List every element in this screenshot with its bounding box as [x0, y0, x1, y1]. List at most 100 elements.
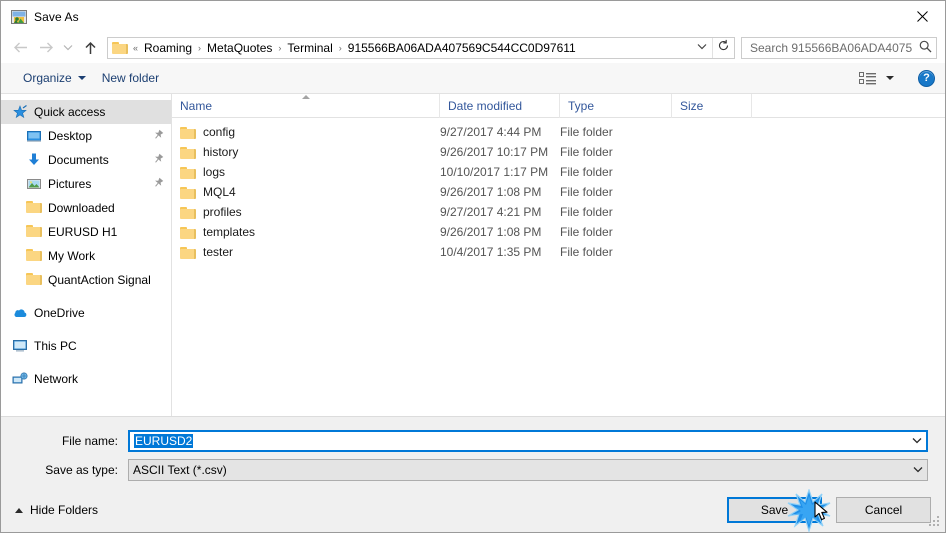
forward-button[interactable] — [33, 36, 59, 60]
change-view-button[interactable] — [850, 67, 902, 89]
folder-icon — [180, 166, 196, 179]
recent-locations-button[interactable] — [59, 36, 77, 60]
folder-icon — [180, 186, 196, 199]
sidebar-item-onedrive[interactable]: OneDrive — [1, 301, 171, 325]
chevron-down-icon — [886, 76, 894, 80]
organize-button[interactable]: Organize — [15, 68, 94, 88]
file-name-label: File name: — [61, 434, 118, 448]
command-bar: Organize New folder ? — [1, 63, 945, 94]
sidebar-item-pictures[interactable]: Pictures — [1, 172, 171, 196]
chevron-down-icon[interactable] — [908, 436, 926, 447]
cell-date-modified: 9/27/2017 4:44 PM — [440, 125, 542, 139]
table-row[interactable]: logs 10/10/2017 1:17 PM File folder — [172, 162, 945, 182]
sidebar-item-network[interactable]: Network — [1, 367, 171, 391]
cancel-button[interactable]: Cancel — [836, 497, 931, 523]
resize-grip-icon[interactable] — [929, 516, 941, 528]
sidebar-divider — [1, 358, 171, 367]
breadcrumb-item-roaming[interactable]: Roaming — [140, 38, 196, 58]
column-header-size[interactable]: Size — [672, 93, 752, 118]
column-header-date-modified[interactable]: Date modified — [440, 93, 560, 118]
sidebar-item-documents[interactable]: Documents — [1, 148, 171, 172]
chevron-down-icon — [77, 76, 86, 80]
sidebar-item-desktop[interactable]: Desktop — [1, 124, 171, 148]
column-header-name[interactable]: Name — [172, 93, 440, 118]
pin-icon[interactable] — [149, 175, 166, 193]
close-icon — [916, 11, 928, 22]
sort-ascending-icon — [301, 94, 310, 99]
table-row[interactable]: history 9/26/2017 10:17 PM File folder — [172, 142, 945, 162]
chevron-up-icon — [15, 507, 23, 513]
chevron-down-icon — [63, 45, 73, 51]
chevron-down-icon — [697, 44, 707, 50]
dialog-footer: Hide Folders Save Cancel — [1, 488, 945, 532]
column-headers: Name Date modified Type Size — [172, 93, 945, 118]
this-pc-icon — [12, 338, 28, 354]
cell-name: profiles — [172, 205, 440, 219]
folder-icon — [180, 126, 196, 139]
organize-label: Organize — [23, 71, 72, 85]
save-as-type-row: Save as type: ASCII Text (*.csv) — [18, 459, 928, 481]
table-row[interactable]: tester 10/4/2017 1:35 PM File folder — [172, 242, 945, 262]
arrow-right-icon — [39, 42, 53, 53]
pin-icon[interactable] — [149, 151, 166, 169]
save-as-type-value: ASCII Text (*.csv) — [133, 463, 227, 477]
network-icon — [12, 371, 28, 387]
file-name-value-wrap: EURUSD2 — [130, 434, 908, 448]
table-row[interactable]: config 9/27/2017 4:44 PM File folder — [172, 122, 945, 142]
cell-date-modified: 9/26/2017 1:08 PM — [440, 225, 542, 239]
onedrive-icon — [12, 305, 28, 321]
cell-name: templates — [172, 225, 440, 239]
breadcrumb-prefix: « — [133, 42, 139, 53]
save-as-dialog: Save As « Roaming › MetaQuotes › Termina… — [0, 0, 946, 534]
breadcrumb-item-terminal[interactable]: Terminal — [283, 38, 336, 58]
column-header-type[interactable]: Type — [560, 93, 672, 118]
cell-date-modified: 10/10/2017 1:17 PM — [440, 165, 549, 179]
arrow-left-icon — [13, 42, 27, 53]
navigation-pane: Quick access Desktop Documents Pictures … — [1, 94, 172, 416]
sidebar-divider — [1, 325, 171, 334]
search-box[interactable] — [741, 36, 937, 59]
table-row[interactable]: MQL4 9/26/2017 1:08 PM File folder — [172, 182, 945, 202]
sidebar-item-eurusd-h1[interactable]: EURUSD H1 — [1, 220, 171, 244]
folder-icon — [26, 248, 42, 264]
cancel-button-label: Cancel — [864, 503, 903, 517]
cell-type: File folder — [560, 165, 613, 179]
search-input[interactable] — [748, 39, 914, 56]
column-header-label: Size — [680, 98, 704, 113]
refresh-button[interactable] — [712, 37, 734, 58]
close-button[interactable] — [899, 1, 945, 32]
breadcrumb-item-metaquotes[interactable]: MetaQuotes — [203, 38, 276, 58]
sidebar-item-label: OneDrive — [34, 306, 85, 320]
help-button[interactable]: ? — [918, 69, 935, 87]
file-name-value: EURUSD2 — [134, 434, 194, 448]
back-button[interactable] — [7, 36, 33, 60]
breadcrumb-separator: › — [338, 42, 342, 53]
save-button[interactable]: Save — [727, 497, 822, 523]
chevron-down-icon[interactable] — [909, 465, 927, 476]
sidebar-item-label: QuantAction Signal — [48, 273, 151, 287]
save-as-type-select[interactable]: ASCII Text (*.csv) — [128, 459, 928, 481]
sidebar-item-quick-access[interactable]: Quick access — [1, 100, 171, 124]
arrow-up-icon — [84, 41, 96, 54]
sidebar-item-downloaded[interactable]: Downloaded — [1, 196, 171, 220]
cell-type: File folder — [560, 225, 613, 239]
new-folder-button[interactable]: New folder — [94, 68, 167, 88]
hide-folders-button[interactable]: Hide Folders — [11, 499, 102, 521]
folder-icon — [180, 246, 196, 259]
pin-icon[interactable] — [149, 127, 166, 145]
sidebar-item-my-work[interactable]: My Work — [1, 244, 171, 268]
table-row[interactable]: profiles 9/27/2017 4:21 PM File folder — [172, 202, 945, 222]
breadcrumb-item-terminal-id[interactable]: 915566BA06ADA407569C544CC0D97611 — [344, 38, 580, 58]
address-bar[interactable]: « Roaming › MetaQuotes › Terminal › 9155… — [107, 36, 735, 59]
table-row[interactable]: templates 9/26/2017 1:08 PM File folder — [172, 222, 945, 242]
up-one-level-button[interactable] — [77, 36, 103, 60]
cell-name: tester — [172, 245, 440, 259]
documents-icon — [26, 152, 42, 168]
cell-name: MQL4 — [172, 185, 440, 199]
new-folder-label: New folder — [101, 71, 160, 85]
sidebar-item-this-pc[interactable]: This PC — [1, 334, 171, 358]
sidebar-item-quantaction-signal[interactable]: QuantAction Signal — [1, 268, 171, 292]
sidebar-item-label: My Work — [48, 249, 96, 263]
address-dropdown-button[interactable] — [692, 42, 712, 53]
file-name-input[interactable]: EURUSD2 — [128, 430, 928, 452]
